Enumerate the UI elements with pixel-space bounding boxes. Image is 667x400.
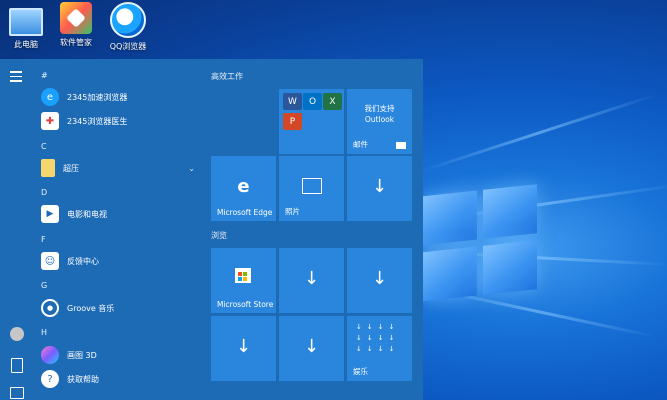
tile-group-title: 高效工作 [211,72,243,81]
app-paint-3d[interactable]: 画图 3D [41,344,201,366]
app-2345-browser-doctor[interactable]: ✚ 2345浏览器医生 [41,110,201,132]
section-header[interactable]: F [41,235,46,244]
entertainment-tile[interactable]: ↓↓↓↓ ↓↓↓↓ ↓↓↓↓ 娱乐 [347,316,412,381]
desktop-icon-qq-browser[interactable]: QQ浏览器 [104,2,152,52]
app-movies-tv[interactable]: ▶ 电影和电视 [41,203,201,225]
app-folder-chaoya[interactable]: 超压 ⌄ [41,157,201,179]
section-header[interactable]: H [41,328,47,337]
download-arrow-icon: ↓ [371,268,388,289]
edge-icon: e [237,176,250,197]
word-icon: W [283,93,302,110]
software-manager-icon [60,2,92,34]
download-arrow-icon: ↓ [303,268,320,289]
browser-doctor-icon: ✚ [41,112,59,130]
download-tile[interactable]: ↓ [211,316,276,381]
powerpoint-icon: P [283,113,302,130]
pictures-icon[interactable] [10,387,24,399]
section-header[interactable]: D [41,188,47,197]
store-tile[interactable]: Microsoft Store [211,248,276,313]
feedback-hub-icon: ☺ [41,252,59,270]
start-rail [0,59,33,400]
excel-icon: X [323,93,342,110]
qq-browser-icon [110,2,146,38]
user-avatar-icon[interactable] [10,327,24,341]
wallpaper-light-beam [419,92,659,173]
download-arrow-icon: ↓ [371,176,388,197]
tile-area: 高效工作 W O X P 我们支持 Outlook 邮件 e Microsoft… [202,59,423,400]
photos-icon [302,178,322,194]
groove-music-icon: ● [41,299,59,317]
office-apps-tile[interactable]: W O X P [279,89,344,154]
outlook-support-text: 我们支持 Outlook [364,104,395,124]
get-help-icon: ? [41,370,59,388]
edge-tile[interactable]: e Microsoft Edge [211,156,276,221]
desktop-icon-software-manager[interactable]: 软件管家 [52,2,100,48]
app-get-help[interactable]: ? 获取帮助 [41,368,201,390]
start-menu: # e 2345加速浏览器 ✚ 2345浏览器医生 C 超压 ⌄ D ▶ 电影和… [0,59,423,400]
windows-logo [423,184,541,304]
app-feedback-hub[interactable]: ☺ 反馈中心 [41,250,201,272]
movies-tv-icon: ▶ [41,205,59,223]
app-list: # e 2345加速浏览器 ✚ 2345浏览器医生 C 超压 ⌄ D ▶ 电影和… [33,59,201,400]
mail-tile[interactable]: 我们支持 Outlook 邮件 [347,89,412,154]
paint-3d-icon [41,346,59,364]
computer-icon [9,8,43,36]
download-tile[interactable]: ↓ [279,316,344,381]
download-arrow-icon: ↓ [235,336,252,357]
photos-tile[interactable]: 照片 [279,156,344,221]
section-header[interactable]: C [41,142,47,151]
section-header[interactable]: # [41,71,48,80]
download-tile[interactable]: ↓ [347,156,412,221]
tile-group-title: 浏览 [211,231,227,240]
hamburger-menu-icon[interactable] [10,71,22,82]
mail-icon [396,142,406,149]
download-tile[interactable]: ↓ [279,248,344,313]
documents-icon[interactable] [11,358,23,373]
entertainment-download-grid-icon: ↓↓↓↓ ↓↓↓↓ ↓↓↓↓ [356,323,400,353]
download-tile[interactable]: ↓ [347,248,412,313]
app-2345-browser[interactable]: e 2345加速浏览器 [41,86,201,108]
download-arrow-icon: ↓ [303,336,320,357]
browser-2345-icon: e [41,88,59,106]
folder-icon [41,159,55,177]
app-groove-music[interactable]: ● Groove 音乐 [41,297,201,319]
outlook-app-icon: O [303,93,322,110]
chevron-down-icon[interactable]: ⌄ [188,164,195,173]
section-header[interactable]: G [41,281,47,290]
desktop-icon-computer[interactable]: 此电脑 [2,2,50,50]
store-icon [235,268,251,283]
